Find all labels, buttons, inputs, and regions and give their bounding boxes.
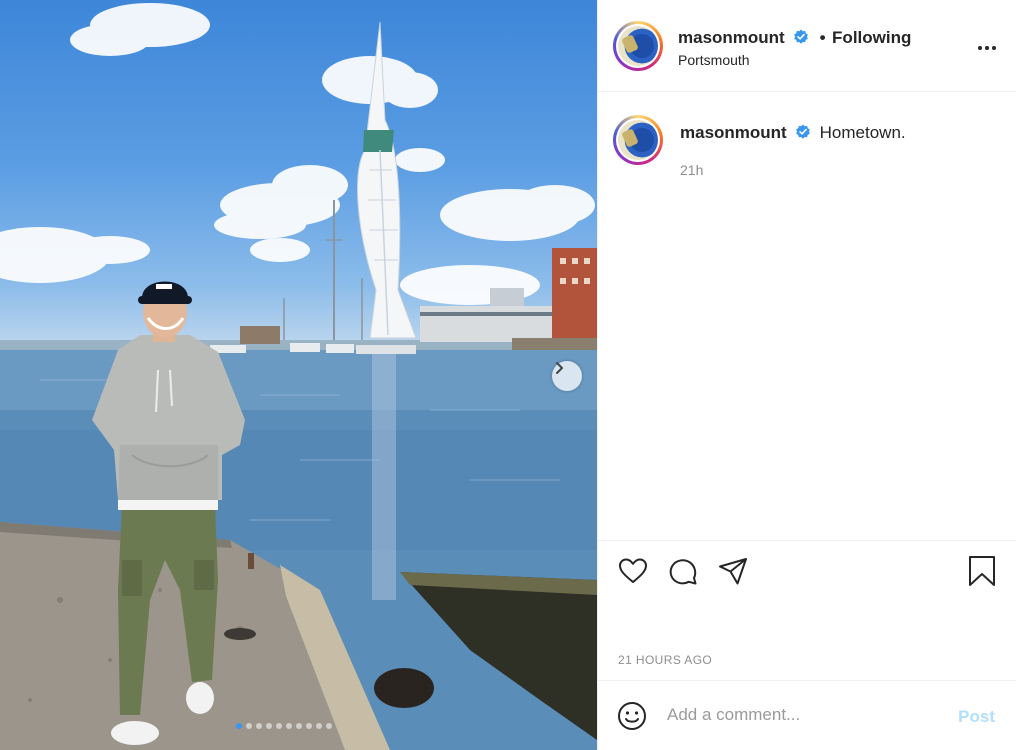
emoji-button[interactable] xyxy=(617,701,647,736)
post-timestamp[interactable]: 21 HOURS AGO xyxy=(618,653,712,667)
author-avatar[interactable] xyxy=(613,21,663,71)
post-location[interactable]: Portsmouth xyxy=(678,52,750,68)
author-username[interactable]: masonmount xyxy=(678,28,785,47)
caption-username[interactable]: masonmount xyxy=(680,123,787,142)
comment-input[interactable] xyxy=(667,705,937,725)
carousel-dot xyxy=(326,723,332,729)
comments-section: masonmount Hometown. 21h xyxy=(598,93,1016,540)
more-options-icon xyxy=(978,46,996,50)
carousel-dot xyxy=(296,723,302,729)
share-button[interactable] xyxy=(717,555,749,592)
post-actions: 21 HOURS AGO xyxy=(598,540,1016,680)
follow-separator: • xyxy=(819,28,826,47)
caption-timestamp[interactable]: 21h xyxy=(680,162,703,178)
carousel-dot xyxy=(246,723,252,729)
avatar-image xyxy=(618,120,658,160)
carousel-dot xyxy=(236,723,242,729)
avatar-image xyxy=(618,26,658,66)
chevron-right-icon xyxy=(556,362,563,374)
paper-plane-icon xyxy=(719,558,747,585)
carousel-dot xyxy=(306,723,312,729)
bookmark-icon xyxy=(969,556,995,586)
carousel-dot xyxy=(316,723,322,729)
photo-scene xyxy=(0,3,597,750)
verified-badge-icon xyxy=(794,29,809,44)
carousel-dot xyxy=(286,723,292,729)
add-comment-bar: Post xyxy=(598,680,1016,750)
comment-bubble-icon xyxy=(669,559,697,585)
save-button[interactable] xyxy=(967,555,997,592)
like-button[interactable] xyxy=(617,555,649,592)
carousel-dot xyxy=(256,723,262,729)
more-options-button[interactable] xyxy=(977,38,997,56)
caption: masonmount Hometown. xyxy=(680,123,906,143)
post-photo[interactable] xyxy=(0,0,597,750)
carousel-dot xyxy=(266,723,272,729)
next-photo-button[interactable] xyxy=(552,361,582,391)
post-comment-button[interactable]: Post xyxy=(958,707,995,727)
carousel-indicator xyxy=(236,723,332,729)
post-header: masonmount • Following Portsmouth xyxy=(598,0,1016,92)
emoji-smiley-icon xyxy=(618,702,646,730)
heart-icon xyxy=(619,558,647,583)
caption-text: Hometown. xyxy=(819,123,906,142)
post-details-panel: masonmount • Following Portsmouth masonm… xyxy=(597,0,1016,750)
following-button[interactable]: Following xyxy=(832,28,911,47)
carousel-dot xyxy=(276,723,282,729)
comment-button[interactable] xyxy=(667,555,699,592)
caption-author-avatar[interactable] xyxy=(613,115,663,165)
verified-badge-icon xyxy=(796,124,811,139)
